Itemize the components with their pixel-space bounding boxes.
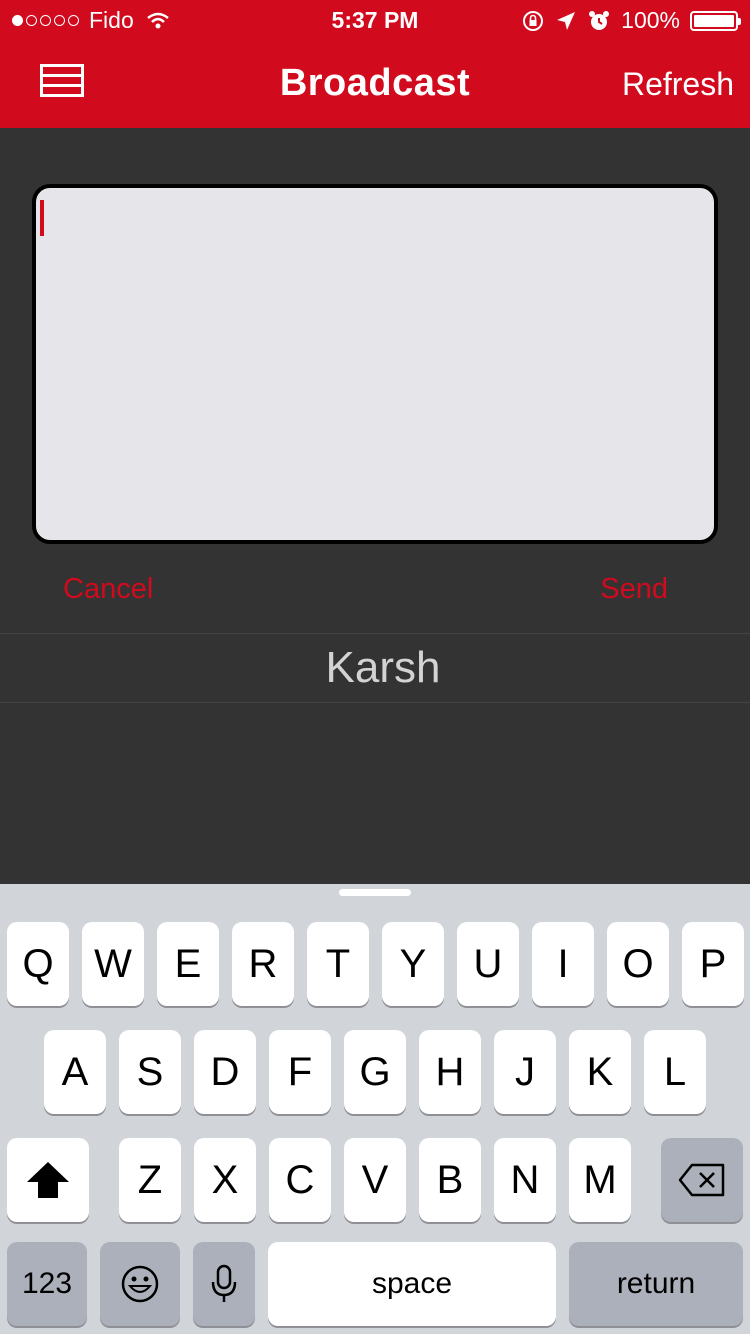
app-header: Fido 5:37 PM 100% Broadcast Refresh [0, 0, 750, 128]
status-bar: Fido 5:37 PM 100% [0, 0, 750, 40]
key-p[interactable]: P [682, 922, 744, 1006]
key-e[interactable]: E [157, 922, 219, 1006]
key-r[interactable]: R [232, 922, 294, 1006]
message-input[interactable] [32, 184, 718, 544]
key-s[interactable]: S [119, 1030, 181, 1114]
key-h[interactable]: H [419, 1030, 481, 1114]
key-x[interactable]: X [194, 1138, 256, 1222]
key-w[interactable]: W [82, 922, 144, 1006]
numbers-key[interactable]: 123 [7, 1242, 87, 1326]
shift-arrow-icon [27, 1162, 69, 1198]
key-i[interactable]: I [532, 922, 594, 1006]
key-k[interactable]: K [569, 1030, 631, 1114]
key-g[interactable]: G [344, 1030, 406, 1114]
key-l[interactable]: L [644, 1030, 706, 1114]
cancel-button[interactable]: Cancel [63, 573, 153, 606]
key-o[interactable]: O [607, 922, 669, 1006]
keyboard-grabber [339, 889, 411, 896]
key-c[interactable]: C [269, 1138, 331, 1222]
key-d[interactable]: D [194, 1030, 256, 1114]
key-q[interactable]: Q [7, 922, 69, 1006]
key-j[interactable]: J [494, 1030, 556, 1114]
key-m[interactable]: M [569, 1138, 631, 1222]
key-z[interactable]: Z [119, 1138, 181, 1222]
key-b[interactable]: B [419, 1138, 481, 1222]
emoji-icon [121, 1265, 159, 1303]
key-t[interactable]: T [307, 922, 369, 1006]
return-key[interactable]: return [569, 1242, 743, 1326]
dictation-key[interactable] [193, 1242, 255, 1326]
emoji-key[interactable] [100, 1242, 180, 1326]
keyboard: Q W E R T Y U I O P A S D F G H J K L Z … [0, 884, 750, 1334]
key-y[interactable]: Y [382, 922, 444, 1006]
key-v[interactable]: V [344, 1138, 406, 1222]
battery-icon [690, 10, 741, 31]
backspace-icon [678, 1163, 725, 1197]
shift-key[interactable] [7, 1138, 89, 1222]
send-button[interactable]: Send [600, 573, 668, 606]
alarm-icon [589, 10, 610, 30]
key-n[interactable]: N [494, 1138, 556, 1222]
key-a[interactable]: A [44, 1030, 106, 1114]
divider [0, 702, 750, 703]
location-icon [557, 11, 576, 30]
divider [0, 633, 750, 634]
recipient-name[interactable]: Karsh [0, 643, 750, 693]
microphone-icon [211, 1264, 237, 1302]
space-key[interactable]: space [268, 1242, 556, 1326]
refresh-button[interactable]: Refresh [622, 66, 734, 103]
text-cursor [40, 200, 44, 236]
backspace-key[interactable] [661, 1138, 743, 1222]
key-f[interactable]: F [269, 1030, 331, 1114]
nav-bar: Broadcast Refresh [0, 40, 750, 128]
battery-percent: 100% [621, 7, 680, 33]
key-u[interactable]: U [457, 922, 519, 1006]
rotation-lock-icon [523, 10, 544, 31]
